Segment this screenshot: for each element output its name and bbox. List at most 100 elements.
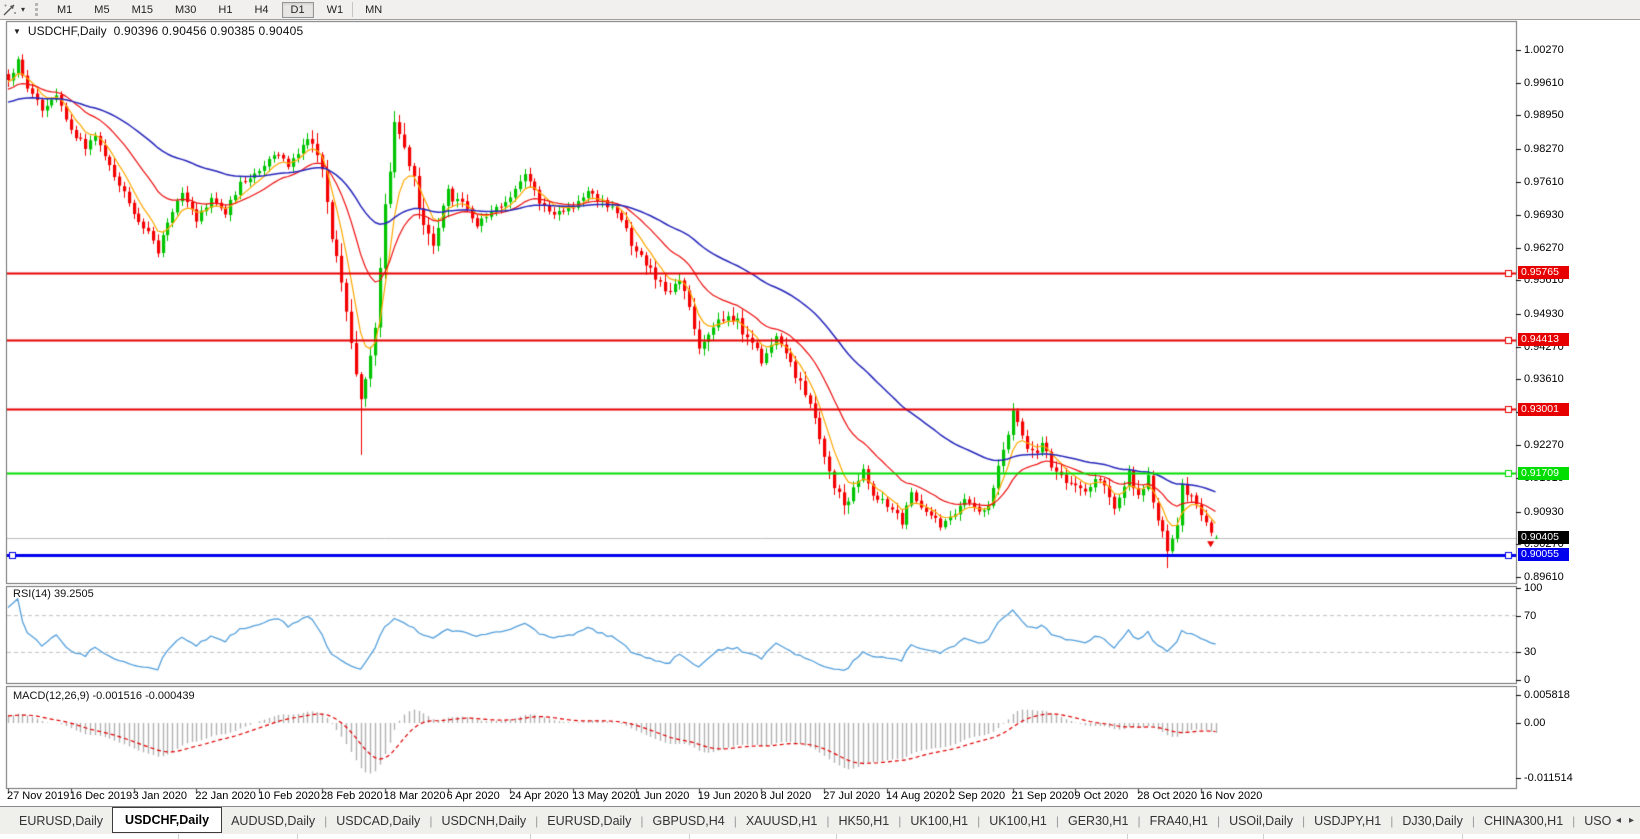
crosshair-icon bbox=[2, 2, 18, 17]
panel-column-divider bbox=[689, 834, 690, 839]
date-axis-label: 28 Oct 2020 bbox=[1137, 790, 1197, 802]
trading-platform-window: ▾ M1M5 M15M30H1H4 D1W1MN ▼ USDCHF,Daily 0.… bbox=[0, 0, 1640, 839]
panel-column-divider bbox=[530, 834, 531, 839]
date-axis-label: 3 Jan 2020 bbox=[133, 790, 187, 802]
chart-collapse-icon[interactable]: ▼ bbox=[13, 27, 21, 36]
symbol-tab-uk100-h1[interactable]: UK100,H1 bbox=[980, 810, 1056, 832]
date-axis-label: 2 Sep 2020 bbox=[949, 790, 1005, 802]
rsi-axis-tick-label: 30 bbox=[1524, 646, 1536, 658]
price-axis-tick-label: 0.90930 bbox=[1524, 506, 1564, 518]
timeframe-toolbar: ▾ M1M5 M15M30H1H4 D1W1MN bbox=[0, 0, 1640, 20]
timeframe-button-m5[interactable]: M5 bbox=[85, 2, 118, 18]
date-axis-label: 6 Apr 2020 bbox=[447, 790, 500, 802]
panel-column-divider bbox=[1263, 834, 1264, 839]
macd-indicator-label: MACD(12,26,9) -0.001516 -0.000439 bbox=[13, 690, 195, 702]
date-axis-label: 28 Feb 2020 bbox=[321, 790, 383, 802]
timeframe-button-h1[interactable]: H1 bbox=[209, 2, 241, 18]
timeframe-button-m1[interactable]: M1 bbox=[48, 2, 81, 18]
date-axis-label: 27 Nov 2019 bbox=[7, 790, 69, 802]
date-axis-label: 8 Jul 2020 bbox=[760, 790, 811, 802]
toolbar-separator bbox=[352, 2, 353, 17]
date-axis-label: 16 Dec 2019 bbox=[70, 790, 132, 802]
date-axis-label: 9 Oct 2020 bbox=[1074, 790, 1128, 802]
panel-column-divider bbox=[297, 834, 298, 839]
chart-tabbar: EURUSD,DailyUSDCHF,DailyAUDUSD,Daily|USD… bbox=[0, 806, 1640, 834]
hline-price-badge: 0.93001 bbox=[1518, 403, 1569, 416]
chart-symbol-label: USDCHF,Daily bbox=[28, 24, 107, 38]
rsi-axis-tick-label: 100 bbox=[1524, 582, 1542, 594]
hline-price-badge: 0.91709 bbox=[1518, 467, 1569, 480]
price-axis-tick-label: 0.97610 bbox=[1524, 176, 1564, 188]
symbol-tab-usoil-daily[interactable]: USOil,Daily bbox=[1220, 810, 1302, 832]
tab-scroll-right-button[interactable]: ▸ bbox=[1629, 815, 1634, 826]
date-axis-label: 19 Jun 2020 bbox=[698, 790, 759, 802]
price-axis-tick-label: 0.93610 bbox=[1524, 373, 1564, 385]
symbol-tab-audusd-daily[interactable]: AUDUSD,Daily bbox=[222, 810, 324, 832]
date-axis-label: 14 Aug 2020 bbox=[886, 790, 948, 802]
price-axis-tick-label: 0.98270 bbox=[1524, 143, 1564, 155]
dropdown-caret-icon: ▾ bbox=[21, 5, 25, 14]
current-price-badge: 0.90405 bbox=[1518, 531, 1569, 544]
symbol-tab-usoil-h1[interactable]: USOil,H1 bbox=[1575, 810, 1612, 832]
symbol-tab-fra40-h1[interactable]: FRA40,H1 bbox=[1141, 810, 1217, 832]
symbol-tab-ger30-h1[interactable]: GER30,H1 bbox=[1059, 810, 1137, 832]
timeframe-button-w1[interactable]: W1 bbox=[318, 2, 353, 18]
symbol-tab-usdcnh-daily[interactable]: USDCNH,Daily bbox=[432, 810, 535, 832]
date-axis-label: 1 Jun 2020 bbox=[635, 790, 689, 802]
panel-column-divider bbox=[178, 834, 179, 839]
symbol-tab-uk100-h1[interactable]: UK100,H1 bbox=[901, 810, 977, 832]
price-axis-tick-label: 0.96930 bbox=[1524, 209, 1564, 221]
symbol-tab-usdcad-daily[interactable]: USDCAD,Daily bbox=[327, 810, 429, 832]
bottom-divider-strip bbox=[0, 834, 1640, 839]
panel-column-divider bbox=[1127, 834, 1128, 839]
timeframe-button-mn[interactable]: MN bbox=[356, 2, 391, 18]
price-axis-tick-label: 0.96270 bbox=[1524, 242, 1564, 254]
toolbar-grip[interactable] bbox=[35, 3, 38, 16]
tab-scroll-arrows: ◂ ▸ bbox=[1612, 815, 1640, 826]
date-axis-label: 22 Jan 2020 bbox=[195, 790, 256, 802]
price-axis-tick-label: 0.92270 bbox=[1524, 439, 1564, 451]
symbol-tab-dj30-daily[interactable]: DJ30,Daily bbox=[1393, 810, 1471, 832]
symbol-tab-xauusd-h1[interactable]: XAUUSD,H1 bbox=[737, 810, 827, 832]
symbol-tab-eurusd-daily[interactable]: EURUSD,Daily bbox=[10, 810, 112, 832]
hline-price-badge: 0.94413 bbox=[1518, 333, 1569, 346]
rsi-axis-tick-label: 70 bbox=[1524, 610, 1536, 622]
timeframe-button-m30[interactable]: M30 bbox=[166, 2, 205, 18]
symbol-tab-hk50-h1[interactable]: HK50,H1 bbox=[830, 810, 899, 832]
date-axis-label: 13 May 2020 bbox=[572, 790, 636, 802]
timeframe-button-d1[interactable]: D1 bbox=[282, 2, 314, 18]
chart-ohlc-values: 0.90396 0.90456 0.90385 0.90405 bbox=[114, 24, 304, 38]
chart-header: ▼ USDCHF,Daily 0.90396 0.90456 0.90385 0… bbox=[13, 24, 303, 38]
symbol-tab-eurusd-daily[interactable]: EURUSD,Daily bbox=[538, 810, 640, 832]
price-axis-tick-label: 0.94930 bbox=[1524, 308, 1564, 320]
panel-column-divider bbox=[836, 834, 837, 839]
price-axis-tick-label: 0.98950 bbox=[1524, 109, 1564, 121]
rsi-axis-tick-label: 0 bbox=[1524, 674, 1530, 686]
date-axis-label: 21 Sep 2020 bbox=[1012, 790, 1074, 802]
price-axis-tick-label: 0.99610 bbox=[1524, 77, 1564, 89]
timeframe-buttons-group: M1M5 M15M30H1H4 D1W1MN bbox=[46, 2, 393, 18]
chart-tabs: EURUSD,DailyUSDCHF,DailyAUDUSD,Daily|USD… bbox=[10, 807, 1612, 835]
symbol-tab-usdchf-daily[interactable]: USDCHF,Daily bbox=[112, 807, 222, 833]
symbol-tab-china300-h1[interactable]: CHINA300,H1 bbox=[1475, 810, 1572, 832]
macd-axis-tick-label: -0.011514 bbox=[1524, 772, 1573, 784]
timeframe-button-m15[interactable]: M15 bbox=[123, 2, 162, 18]
price-axis-tick-label: 1.00270 bbox=[1524, 44, 1564, 56]
tab-scroll-left-button[interactable]: ◂ bbox=[1616, 815, 1621, 826]
hline-price-badge: 0.90055 bbox=[1518, 548, 1569, 561]
macd-axis-tick-label: 0.00 bbox=[1524, 717, 1545, 729]
hline-price-badge: 0.95765 bbox=[1518, 266, 1569, 279]
macd-axis-tick-label: 0.005818 bbox=[1524, 689, 1570, 701]
timeframe-button-h4[interactable]: H4 bbox=[245, 2, 277, 18]
date-axis-label: 10 Feb 2020 bbox=[258, 790, 320, 802]
date-axis-label: 16 Nov 2020 bbox=[1200, 790, 1262, 802]
symbol-tab-gbpusd-h4[interactable]: GBPUSD,H4 bbox=[643, 810, 733, 832]
crosshair-tool-button[interactable]: ▾ bbox=[0, 1, 29, 18]
panel-column-divider bbox=[1462, 834, 1463, 839]
price-chart-canvas[interactable] bbox=[0, 0, 1640, 839]
date-axis-label: 24 Apr 2020 bbox=[509, 790, 568, 802]
symbol-tab-usdjpy-h1[interactable]: USDJPY,H1 bbox=[1305, 810, 1390, 832]
rsi-indicator-label: RSI(14) 39.2505 bbox=[13, 588, 94, 600]
date-axis-label: 18 Mar 2020 bbox=[384, 790, 446, 802]
date-axis-label: 27 Jul 2020 bbox=[823, 790, 880, 802]
